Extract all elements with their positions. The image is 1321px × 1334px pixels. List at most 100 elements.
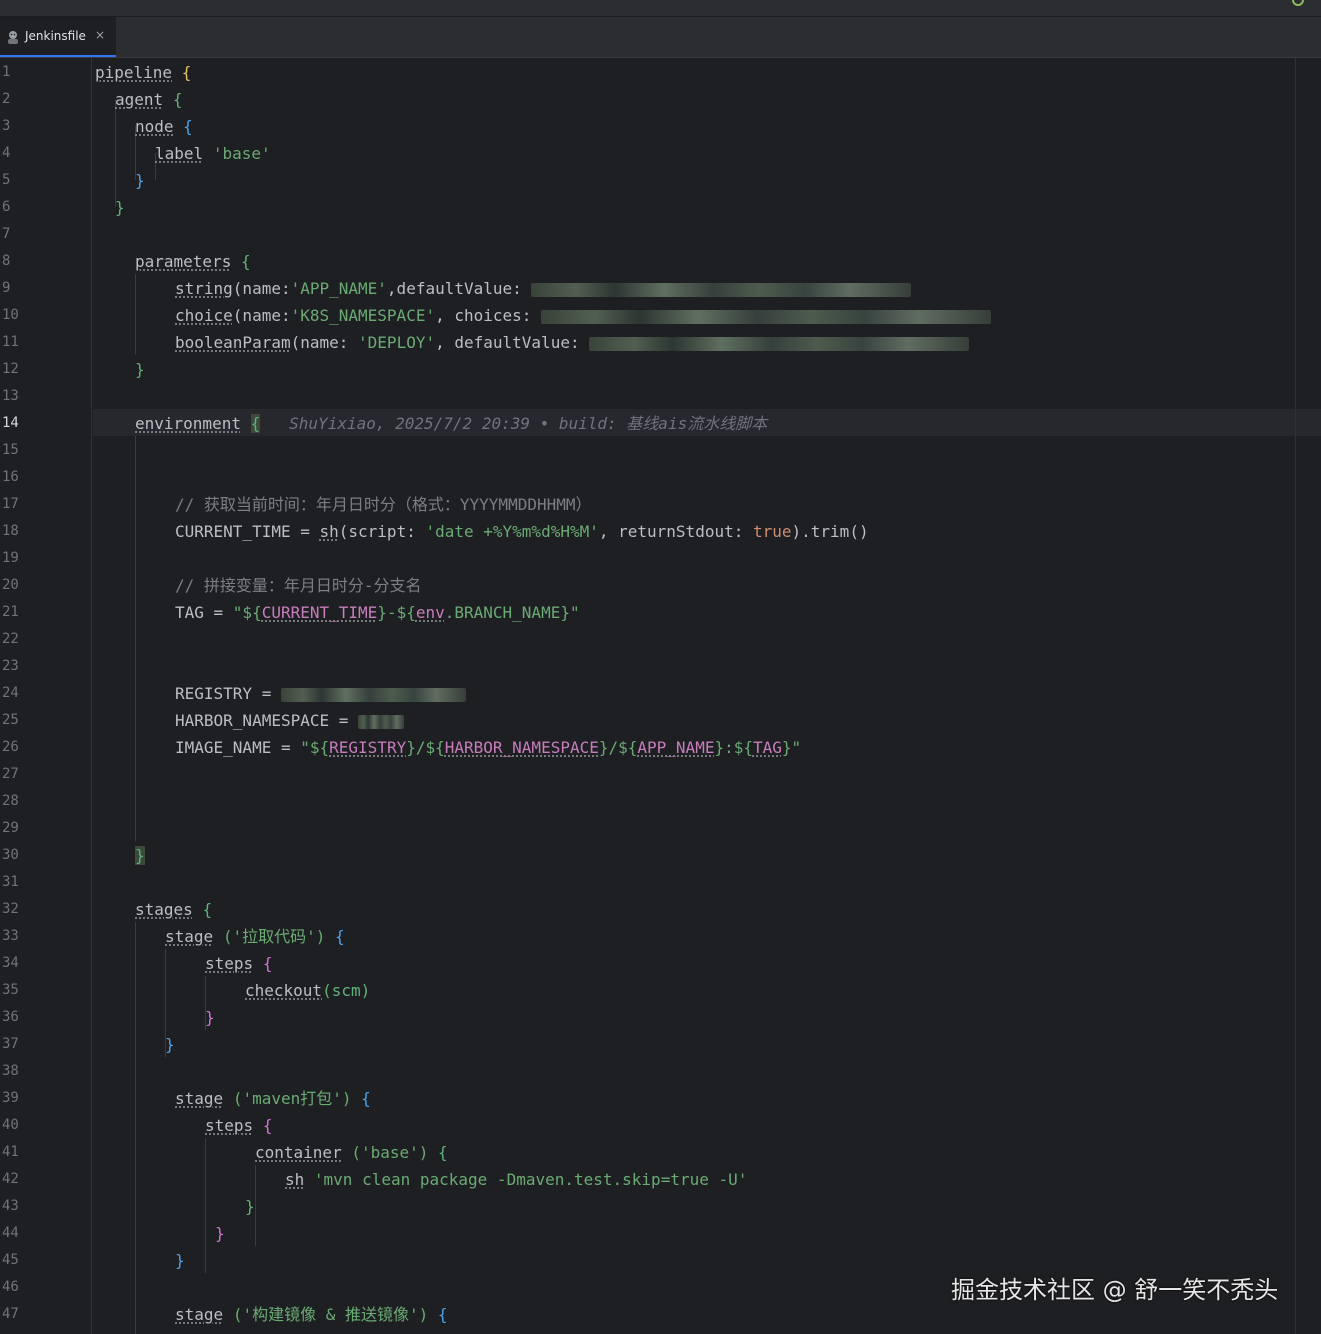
line-number[interactable]: 14 (0, 410, 42, 437)
line-number[interactable]: 10 (0, 302, 42, 329)
indent-guide (135, 922, 136, 1334)
code-line-47: stage ('构建镜像 & 推送镜像') { (175, 1305, 448, 1324)
line-number[interactable]: 11 (0, 329, 42, 356)
line-number[interactable]: 22 (0, 626, 42, 653)
code-line-17: // 获取当前时间：年月日时分（格式：YYYYMMDDHHMM） (175, 495, 592, 514)
line-number[interactable]: 4 (0, 140, 42, 167)
code-line-30: } (135, 846, 145, 865)
line-number[interactable]: 18 (0, 518, 42, 545)
line-number[interactable]: 36 (0, 1004, 42, 1031)
git-blame-annotation[interactable]: ShuYixiao, 2025/7/2 20:39 • build: 基线ais… (289, 414, 767, 433)
line-number[interactable]: 33 (0, 923, 42, 950)
line-number[interactable]: 2 (0, 86, 42, 113)
line-number[interactable]: 46 (0, 1274, 42, 1301)
redacted-value (589, 336, 970, 351)
code-line-44: } (215, 1224, 225, 1243)
code-line-37: } (165, 1035, 175, 1054)
indent-guide (255, 1165, 256, 1246)
redacted-value (541, 309, 992, 324)
code-line-14: environment { ShuYixiao, 2025/7/2 20:39 … (135, 414, 768, 433)
line-number[interactable]: 6 (0, 194, 42, 221)
line-number[interactable]: 30 (0, 842, 42, 869)
line-number[interactable]: 42 (0, 1166, 42, 1193)
line-number[interactable]: 17 (0, 491, 42, 518)
redacted-value (358, 714, 405, 729)
code-line-41: container ('base') { (255, 1143, 448, 1162)
line-number[interactable]: 13 (0, 383, 42, 410)
line-number[interactable]: 25 (0, 707, 42, 734)
code-line-32: stages { (135, 900, 213, 919)
line-number[interactable]: 8 (0, 248, 42, 275)
code-line-36: } (205, 1008, 215, 1027)
line-number[interactable]: 7 (0, 221, 42, 248)
title-bar (0, 0, 1321, 17)
line-number[interactable]: 27 (0, 761, 42, 788)
code-line-26: IMAGE_NAME = "${REGISTRY}/${HARBOR_NAMES… (175, 738, 802, 757)
line-number[interactable]: 37 (0, 1031, 42, 1058)
code-editor[interactable]: pipeline { agent { node { label 'base' }… (93, 58, 1295, 1334)
code-line-2: agent { (115, 90, 183, 109)
line-number[interactable]: 24 (0, 680, 42, 707)
line-number[interactable]: 20 (0, 572, 42, 599)
code-line-42: sh 'mvn clean package -Dmaven.test.skip=… (285, 1170, 748, 1189)
code-line-18: CURRENT_TIME = sh(script: 'date +%Y%m%d%… (175, 522, 869, 541)
code-line-12: } (135, 360, 145, 379)
line-number[interactable]: 16 (0, 464, 42, 491)
line-number[interactable]: 39 (0, 1085, 42, 1112)
line-number[interactable]: 32 (0, 896, 42, 923)
editor-tab-bar: Jenkinsfile × (0, 17, 1321, 58)
code-line-45: } (175, 1251, 185, 1270)
watermark: 掘金技术社区 @ 舒一笑不秃头 (951, 1276, 1279, 1304)
line-number[interactable]: 38 (0, 1058, 42, 1085)
tab-close-icon[interactable]: × (95, 28, 105, 42)
code-line-5: } (135, 171, 145, 190)
indent-guide (115, 99, 116, 207)
editor-scrollbar[interactable] (1295, 58, 1321, 1334)
code-line-43: } (245, 1197, 255, 1216)
line-number[interactable]: 40 (0, 1112, 42, 1139)
code-line-21: TAG = "${CURRENT_TIME}-${env.BRANCH_NAME… (175, 603, 580, 622)
code-line-9: string(name:'APP_NAME',defaultValue: (175, 275, 912, 302)
indent-guide (135, 436, 136, 841)
code-line-8: parameters { (135, 252, 251, 271)
line-number[interactable]: 15 (0, 437, 42, 464)
line-number[interactable]: 26 (0, 734, 42, 761)
line-number[interactable]: 5 (0, 167, 42, 194)
line-number[interactable]: 28 (0, 788, 42, 815)
line-number[interactable]: 19 (0, 545, 42, 572)
code-line-3: node { (135, 117, 193, 136)
line-number[interactable]: 44 (0, 1220, 42, 1247)
code-line-24: REGISTRY = (175, 680, 466, 707)
code-line-39: stage ('maven打包') { (175, 1089, 371, 1108)
line-number[interactable]: 12 (0, 356, 42, 383)
code-line-35: checkout(scm) (245, 981, 371, 1000)
redacted-value (531, 282, 912, 297)
code-line-4: label 'base' (155, 144, 271, 163)
line-number[interactable]: 29 (0, 815, 42, 842)
line-number[interactable]: 43 (0, 1193, 42, 1220)
code-line-11: booleanParam(name: 'DEPLOY', defaultValu… (175, 329, 970, 356)
line-number[interactable]: 31 (0, 869, 42, 896)
line-number[interactable]: 23 (0, 653, 42, 680)
indent-guide (205, 1138, 206, 1273)
line-number[interactable]: 9 (0, 275, 42, 302)
line-number[interactable]: 3 (0, 113, 42, 140)
line-number[interactable]: 41 (0, 1139, 42, 1166)
line-number[interactable]: 35 (0, 977, 42, 1004)
tab-jenkinsfile[interactable]: Jenkinsfile × (0, 17, 116, 57)
line-number-gutter: 1 2 3 4 5 6 7 8 9 10 11 12 13 14 15 16 17 18 19 20 21 22 23 24 2… (0, 58, 92, 1334)
code-line-25: HARBOR_NAMESPACE = (175, 707, 405, 734)
redacted-value (280, 687, 466, 702)
line-number[interactable]: 45 (0, 1247, 42, 1274)
code-line-40: steps { (205, 1116, 273, 1135)
indent-guide (135, 274, 136, 355)
code-line-20: // 拼接变量：年月日时分-分支名 (175, 576, 422, 595)
line-number[interactable]: 34 (0, 950, 42, 977)
line-number[interactable]: 1 (0, 59, 42, 86)
line-number[interactable]: 21 (0, 599, 42, 626)
jenkins-file-icon (8, 31, 18, 44)
tab-label: Jenkinsfile (25, 29, 86, 43)
code-line-10: choice(name:'K8S_NAMESPACE', choices: (175, 302, 992, 329)
line-number[interactable]: 47 (0, 1301, 42, 1328)
code-line-1: pipeline { (95, 63, 192, 82)
